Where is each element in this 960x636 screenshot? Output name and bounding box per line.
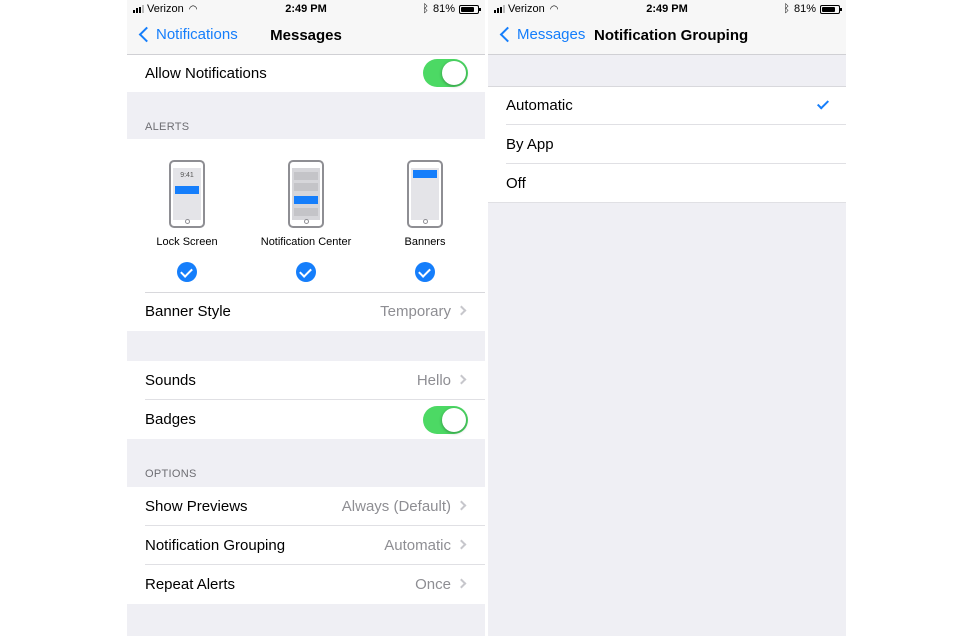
phone-preview-time: 9:41: [180, 172, 194, 179]
bluetooth-icon: ᛒ: [783, 3, 790, 15]
page-title: Messages: [270, 27, 342, 44]
banner-style-value: Temporary: [380, 303, 451, 320]
grouping-option-off[interactable]: Off: [488, 164, 846, 203]
notification-grouping-screen: Verizon ◠ 2:49 PM ᛒ 81% Messages Notific…: [488, 0, 846, 636]
sounds-value: Hello: [416, 372, 451, 389]
navigation-bar: Messages Notification Grouping: [488, 18, 846, 55]
alert-option-banners[interactable]: Banners: [365, 139, 485, 282]
notification-grouping-label: Notification Grouping: [145, 537, 286, 554]
alert-option-lock-screen[interactable]: 9:41 Lock Screen: [127, 139, 247, 282]
alert-option-label: Lock Screen: [156, 236, 218, 248]
badges-row: Badges: [127, 400, 485, 439]
sounds-label: Sounds: [145, 372, 196, 389]
allow-notifications-label: Allow Notifications: [145, 65, 267, 82]
back-button[interactable]: Messages: [498, 26, 585, 43]
chevron-right-icon: [456, 374, 467, 385]
grouping-option-automatic[interactable]: Automatic: [488, 86, 846, 125]
lock-screen-phone-icon: 9:41: [169, 160, 205, 228]
chevron-right-icon: [456, 539, 467, 550]
banner-style-row[interactable]: Banner Style Temporary: [127, 292, 485, 331]
banner-style-label: Banner Style: [145, 303, 231, 320]
show-previews-value: Always (Default): [341, 498, 451, 515]
alert-option-label: Notification Center: [260, 236, 352, 248]
notification-center-phone-icon: [288, 160, 324, 228]
alert-option-label: Banners: [404, 236, 446, 248]
alerts-section-header: ALERTS: [145, 121, 190, 133]
badges-toggle[interactable]: [423, 406, 468, 434]
repeat-alerts-value: Once: [415, 576, 451, 593]
alert-option-notification-center[interactable]: Notification Center: [246, 139, 366, 282]
chevron-left-icon: [499, 26, 516, 43]
repeat-alerts-label: Repeat Alerts: [145, 576, 236, 593]
battery-percent: 81%: [793, 3, 816, 15]
grouping-option-label: Off: [506, 175, 526, 192]
banners-phone-icon: [407, 160, 443, 228]
checkmark-circle-icon[interactable]: [177, 262, 197, 282]
battery-percent: 81%: [432, 3, 455, 15]
chevron-right-icon: [456, 578, 467, 589]
status-bar: Verizon ◠ 2:49 PM ᛒ 81%: [488, 0, 846, 18]
battery-icon: [459, 4, 481, 14]
allow-notifications-row: Allow Notifications: [127, 55, 485, 92]
messages-settings-screen: Verizon ◠ 2:49 PM ᛒ 81% Notifications Me…: [127, 0, 485, 636]
bluetooth-icon: ᛒ: [422, 3, 429, 15]
chevron-right-icon: [456, 500, 467, 511]
grouping-option-label: By App: [506, 136, 554, 153]
grouping-option-label: Automatic: [506, 97, 573, 114]
options-section-header: OPTIONS: [145, 468, 197, 480]
notification-grouping-row[interactable]: Notification Grouping Automatic: [127, 526, 485, 565]
page-title: Notification Grouping: [594, 27, 749, 44]
chevron-right-icon: [456, 305, 467, 316]
status-bar: Verizon ◠ 2:49 PM ᛒ 81%: [127, 0, 485, 18]
alerts-block: 9:41 Lock Screen Notification Center Ban…: [127, 139, 485, 292]
grouping-option-by-app[interactable]: By App: [488, 125, 846, 164]
repeat-alerts-row[interactable]: Repeat Alerts Once: [127, 565, 485, 604]
checkmark-circle-icon[interactable]: [296, 262, 316, 282]
checkmark-icon: [816, 97, 830, 110]
allow-notifications-toggle[interactable]: [423, 59, 468, 87]
battery-icon: [820, 4, 842, 14]
badges-label: Badges: [145, 411, 196, 428]
checkmark-circle-icon[interactable]: [415, 262, 435, 282]
show-previews-label: Show Previews: [145, 498, 248, 515]
navigation-bar: Notifications Messages: [127, 18, 485, 55]
back-button-label: Messages: [517, 26, 586, 43]
sounds-row[interactable]: Sounds Hello: [127, 361, 485, 400]
notification-grouping-value: Automatic: [384, 537, 451, 554]
show-previews-row[interactable]: Show Previews Always (Default): [127, 487, 485, 526]
